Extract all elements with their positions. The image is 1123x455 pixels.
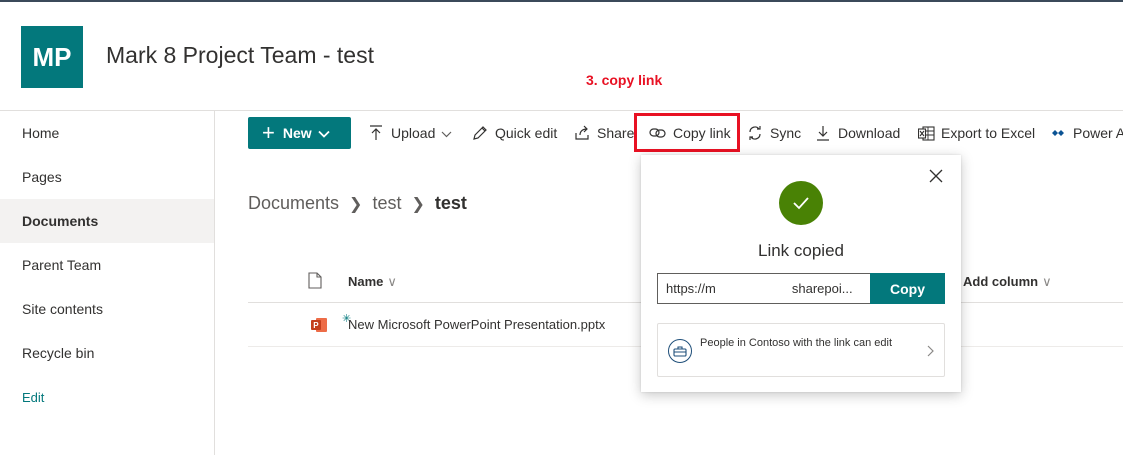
download-button[interactable]: Download (814, 111, 900, 155)
tutorial-annotation: 3. copy link (586, 72, 663, 88)
plus-icon: + (262, 120, 275, 145)
copy-button[interactable]: Copy (870, 273, 945, 304)
share-button[interactable]: Share (573, 111, 634, 155)
powerpoint-icon: P (310, 316, 328, 339)
upload-label: Upload (391, 125, 436, 141)
upload-button[interactable]: Upload (367, 111, 452, 155)
chevron-right-icon: ❯ (411, 195, 425, 213)
chevron-right-icon: ❯ (349, 195, 363, 213)
download-icon (814, 124, 832, 142)
chevron-down-icon: ∨ (1042, 274, 1052, 289)
column-header-name[interactable]: Name ∨ (348, 274, 397, 290)
copy-link-dialog: Link copied https://m sharepoi... Copy P… (641, 155, 961, 392)
new-button[interactable]: + New (248, 117, 351, 149)
checkmark-icon (779, 181, 823, 225)
site-header: MP Mark 8 Project Team - test 3. copy li… (0, 2, 1123, 110)
power-automate-icon (1049, 124, 1067, 142)
quick-edit-button[interactable]: Quick edit (471, 111, 557, 155)
add-column-label: Add column (963, 274, 1039, 289)
column-name-label: Name (348, 274, 384, 289)
breadcrumb-current: test (434, 193, 467, 213)
chevron-right-icon (927, 344, 934, 362)
pencil-icon (471, 124, 489, 142)
sync-button[interactable]: Sync (746, 111, 801, 155)
sync-label: Sync (770, 125, 802, 141)
link-url-field[interactable]: https://m sharepoi... (657, 273, 870, 304)
excel-icon (917, 124, 935, 142)
nav-item-recycle-bin[interactable]: Recycle bin (0, 331, 214, 375)
nav-item-parent-team[interactable]: Parent Team (0, 243, 214, 287)
new-button-label: New (282, 125, 312, 141)
nav-item-home[interactable]: Home (0, 111, 214, 155)
share-icon (573, 124, 591, 142)
link-url-suffix: sharepoi... (791, 281, 853, 296)
export-excel-label: Export to Excel (941, 125, 1036, 141)
left-navigation: Home Pages Documents Parent Team Site co… (0, 111, 215, 455)
document-icon[interactable] (308, 272, 322, 294)
site-title[interactable]: Mark 8 Project Team - test (106, 42, 374, 69)
nav-item-site-contents[interactable]: Site contents (0, 287, 214, 331)
export-excel-button[interactable]: Export to Excel (917, 111, 1035, 155)
permission-description: People in Contoso with the link can edit (700, 337, 893, 349)
breadcrumb-test[interactable]: test (372, 193, 401, 214)
svg-text:P: P (313, 321, 319, 330)
chevron-down-icon (441, 125, 452, 141)
link-copied-heading: Link copied (757, 241, 844, 260)
chevron-down-icon (318, 125, 330, 141)
nav-edit-link[interactable]: Edit (0, 375, 214, 419)
link-url-prefix: https://m (666, 281, 716, 296)
nav-item-pages[interactable]: Pages (0, 155, 214, 199)
quick-edit-label: Quick edit (495, 125, 558, 141)
sync-icon (746, 124, 764, 142)
organization-icon (668, 339, 692, 363)
share-label: Share (597, 125, 635, 141)
power-automate-button[interactable]: Power A (1049, 111, 1123, 155)
copy-link-highlight-box (634, 113, 740, 152)
breadcrumb-documents[interactable]: Documents (248, 193, 339, 214)
file-name-link[interactable]: New Microsoft PowerPoint Presentation.pp… (348, 317, 605, 332)
add-column-button[interactable]: Add column ∨ (963, 274, 1052, 290)
breadcrumb: Documents ❯ test ❯ test (248, 193, 467, 214)
chevron-down-icon: ∨ (387, 274, 397, 289)
upload-icon (367, 124, 385, 142)
download-label: Download (838, 125, 901, 141)
link-permissions-setting[interactable]: People in Contoso with the link can edit (657, 323, 945, 377)
power-automate-label: Power A (1073, 125, 1123, 141)
site-logo[interactable]: MP (21, 26, 83, 88)
close-icon[interactable] (929, 169, 945, 185)
nav-item-documents[interactable]: Documents (0, 199, 214, 243)
